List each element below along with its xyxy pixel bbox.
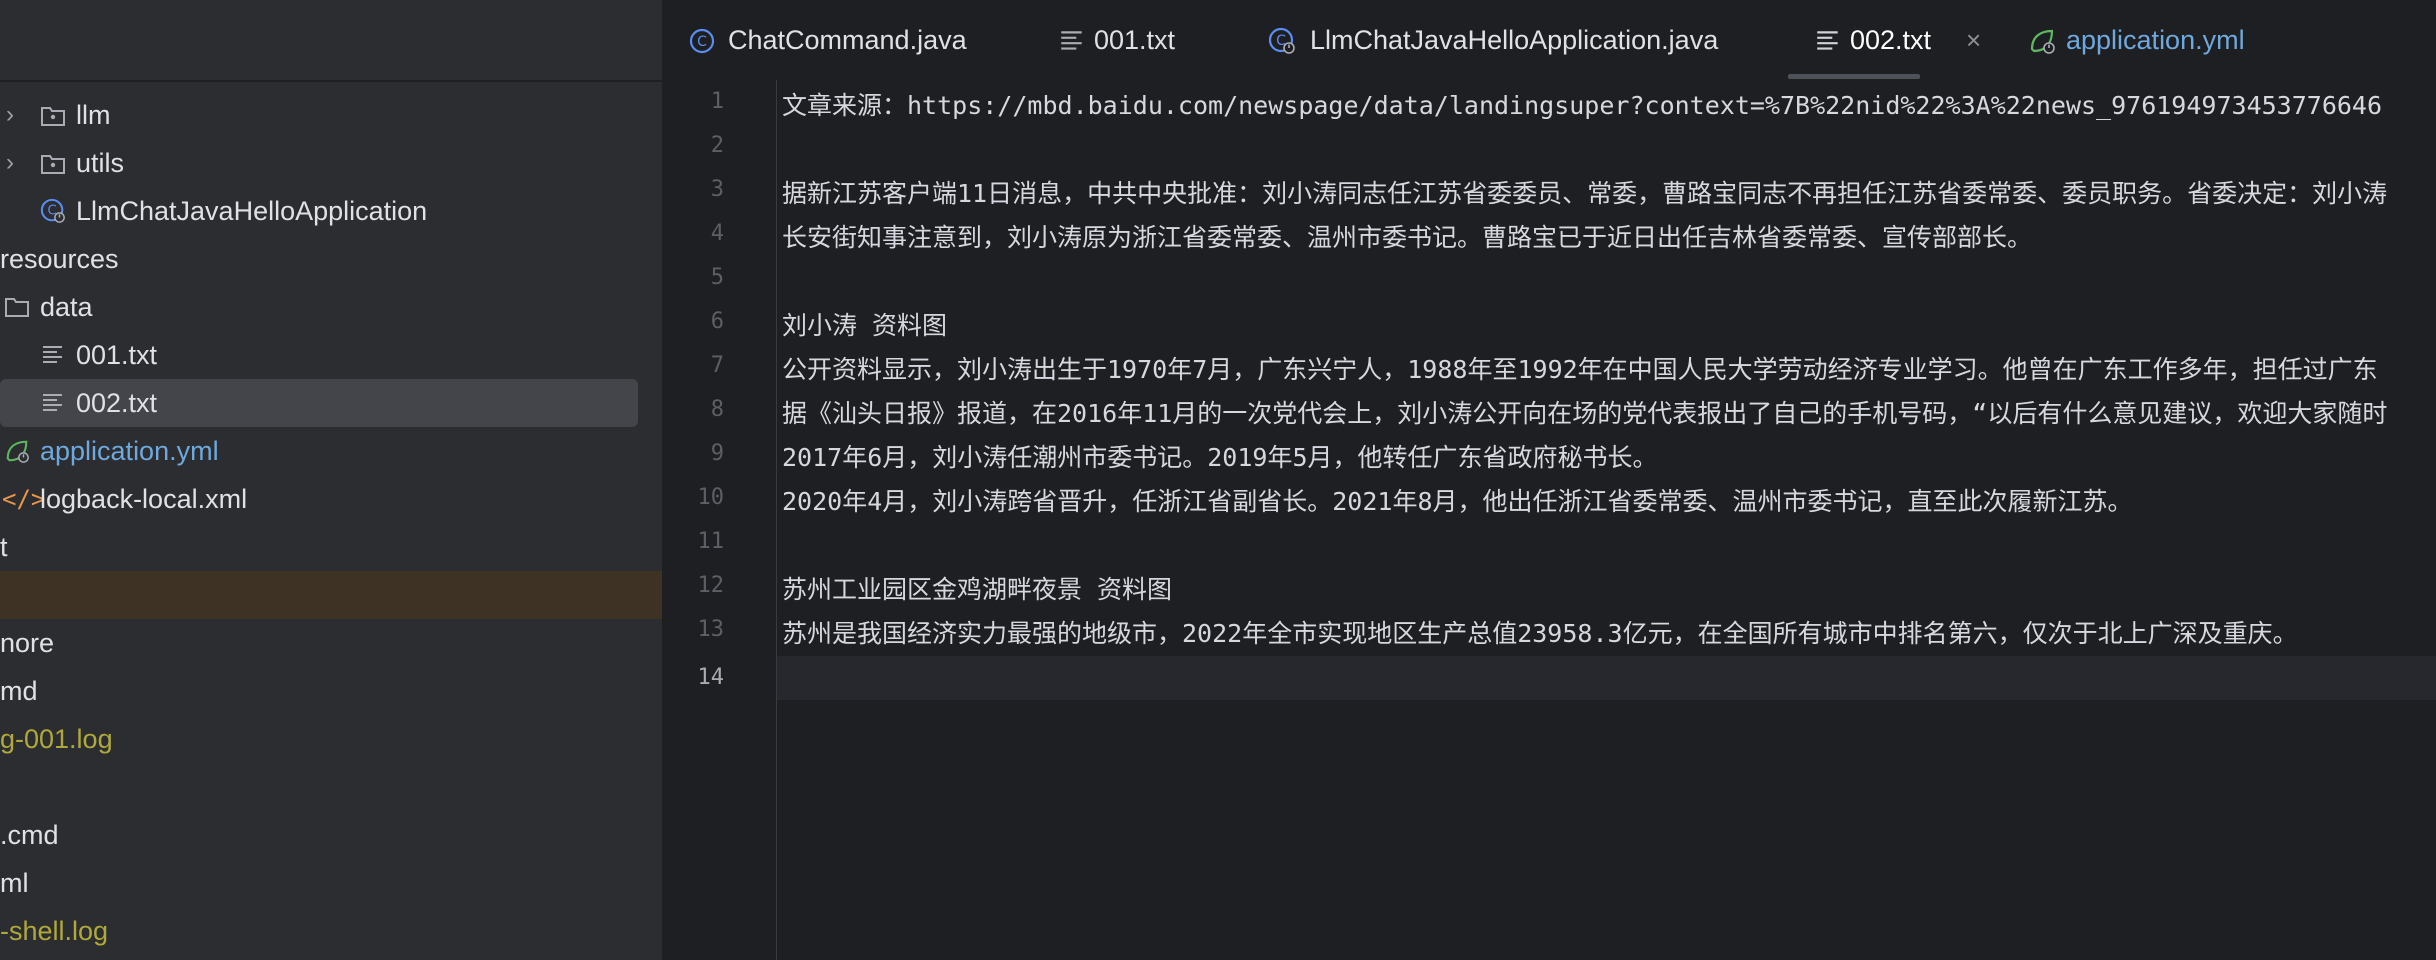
folder-package-icon <box>41 155 65 174</box>
tree-item-application-yml[interactable]: application.yml <box>0 427 662 475</box>
gutter-divider <box>776 80 777 960</box>
spring-config-icon <box>6 440 29 463</box>
code-line[interactable]: 长安街知事注意到，刘小涛原为浙江省委常委、温州市委书记。曹路宝已于近日出任吉林省… <box>782 216 2032 260</box>
code-line[interactable]: 文章来源：https://mbd.baidu.com/newspage/data… <box>782 84 2382 128</box>
line-number: 5 <box>710 265 724 290</box>
project-header <box>0 0 662 80</box>
svg-text:C: C <box>697 34 707 50</box>
line-number: 11 <box>697 529 725 554</box>
line-number: 2 <box>710 133 724 158</box>
tab-label: LlmChatJavaHelloApplication.java <box>1310 25 1719 55</box>
editor-tab-bar: C ChatCommand.java 001.txt C LlmChatJava… <box>662 0 2436 80</box>
tree-item-logback-xml[interactable]: </> logback-local.xml <box>0 475 662 523</box>
current-line-highlight <box>662 656 2436 700</box>
tree-item-label: -shell.log <box>0 916 109 946</box>
editor-area: C ChatCommand.java 001.txt C LlmChatJava… <box>662 0 2436 960</box>
tab-001-txt[interactable]: 001.txt <box>1058 0 1218 80</box>
tree-item-shell-log[interactable]: -shell.log <box>0 907 662 955</box>
tree-item-md[interactable]: md <box>0 667 662 715</box>
tree-item-resources[interactable]: resources <box>0 235 662 283</box>
tree-item-utils[interactable]: › utils <box>0 139 662 187</box>
chevron-right-icon[interactable]: › <box>6 139 14 187</box>
tree-item-highlighted[interactable] <box>0 571 662 619</box>
line-number: 10 <box>697 485 725 510</box>
tree-item-log-001[interactable]: g-001.log <box>0 715 662 763</box>
tree-item-label: data <box>40 292 93 322</box>
folder-icon <box>5 298 29 317</box>
line-number: 6 <box>710 309 724 334</box>
text-file-icon <box>43 346 62 363</box>
tree-item-ml[interactable]: ml <box>0 859 662 907</box>
line-number-current: 14 <box>697 665 725 690</box>
code-line[interactable]: 苏州是我国经济实力最强的地级市，2022年全市实现地区生产总值23958.3亿元… <box>782 612 2298 656</box>
code-line[interactable]: 苏州工业园区金鸡湖畔夜景 资料图 <box>782 568 1172 612</box>
tree-item-data[interactable]: data <box>0 283 662 331</box>
tree-item-label: t <box>0 532 8 562</box>
line-number: 13 <box>697 617 725 642</box>
line-number: 9 <box>710 441 724 466</box>
tree-item-label: 002.txt <box>76 388 158 418</box>
line-number: 8 <box>710 397 724 422</box>
tree-item-label: .cmd <box>0 820 59 850</box>
spring-boot-class-icon: C <box>1268 27 1295 54</box>
code-line[interactable]: 据新江苏客户端11日消息，中共中央批准：刘小涛同志任江苏省委委员、常委，曹路宝同… <box>782 172 2387 216</box>
active-tab-indicator <box>1788 74 1920 79</box>
tree-item-empty[interactable] <box>0 763 662 811</box>
folder-package-icon <box>41 107 65 126</box>
close-icon[interactable]: × <box>1966 0 1981 80</box>
tree-item-label: LlmChatJavaHelloApplication <box>76 196 428 226</box>
text-file-icon <box>1817 31 1838 50</box>
tree-item-nore[interactable]: nore <box>0 619 662 667</box>
spring-boot-class-icon: C <box>40 198 65 223</box>
tree-item-label: 001.txt <box>76 340 158 370</box>
java-class-icon: C <box>689 28 715 54</box>
header-divider <box>0 80 662 82</box>
text-file-icon <box>43 394 62 411</box>
tree-item-llm[interactable]: › llm <box>0 91 662 139</box>
tab-label: 002.txt <box>1850 25 1932 55</box>
line-number-gutter: 1 2 3 4 5 6 7 8 9 10 11 12 13 14 <box>662 80 776 960</box>
tree-item-label: application.yml <box>40 436 219 466</box>
code-line[interactable]: 2017年6月，刘小涛任潮州市委书记。2019年5月，他转任广东省政府秘书长。 <box>782 436 1658 480</box>
tree-item-application-class[interactable]: C LlmChatJavaHelloApplication <box>0 187 662 235</box>
tree-item-label: llm <box>76 100 111 130</box>
tab-label: application.yml <box>2066 25 2245 55</box>
tree-item-t[interactable]: t <box>0 523 662 571</box>
tab-chat-command-java[interactable]: C ChatCommand.java <box>688 0 988 80</box>
code-line[interactable]: 2020年4月，刘小涛跨省晋升，任浙江省副省长。2021年8月，他出任浙江省委常… <box>782 480 2133 524</box>
tree-item-label: resources <box>0 244 119 274</box>
tab-002-txt[interactable]: 002.txt × <box>1814 0 1984 80</box>
tree-item-label: nore <box>0 628 55 658</box>
tree-item-cmd[interactable]: .cmd <box>0 811 662 859</box>
xml-file-icon: </> <box>2 485 46 513</box>
line-number: 4 <box>710 221 724 246</box>
line-number: 1 <box>710 89 724 114</box>
line-number: 7 <box>710 353 724 378</box>
tree-item-label: md <box>0 676 38 706</box>
line-number: 3 <box>710 177 724 202</box>
tab-label: 001.txt <box>1094 25 1176 55</box>
tree-item-label: g-001.log <box>0 724 113 754</box>
code-line[interactable]: 公开资料显示，刘小涛出生于1970年7月，广东兴宁人，1988年至1992年在中… <box>782 348 2378 392</box>
project-tool-window: › llm › utils C LlmChatJavaHelloApplicat… <box>0 0 662 960</box>
tab-application-java[interactable]: C LlmChatJavaHelloApplication.java <box>1268 0 1738 80</box>
tree-item-label: utils <box>76 148 125 178</box>
code-line[interactable]: 据《汕头日报》报道，在2016年11月的一次党代会上，刘小涛公开向在场的党代表报… <box>782 392 2387 436</box>
chevron-right-icon[interactable]: › <box>6 91 14 139</box>
tree-item-label: logback-local.xml <box>40 484 248 514</box>
text-file-icon <box>1061 31 1082 50</box>
tree-item-label: ml <box>0 868 29 898</box>
tree-item-002-txt[interactable]: 002.txt <box>0 379 638 427</box>
tab-label: ChatCommand.java <box>728 25 967 55</box>
project-tree: › llm › utils C LlmChatJavaHelloApplicat… <box>0 91 662 955</box>
spring-config-icon <box>2030 29 2055 54</box>
code-line[interactable]: 刘小涛 资料图 <box>782 304 947 348</box>
tree-item-001-txt[interactable]: 001.txt <box>0 331 662 379</box>
line-number: 12 <box>697 573 725 598</box>
tab-application-yml[interactable]: application.yml <box>2028 0 2328 80</box>
